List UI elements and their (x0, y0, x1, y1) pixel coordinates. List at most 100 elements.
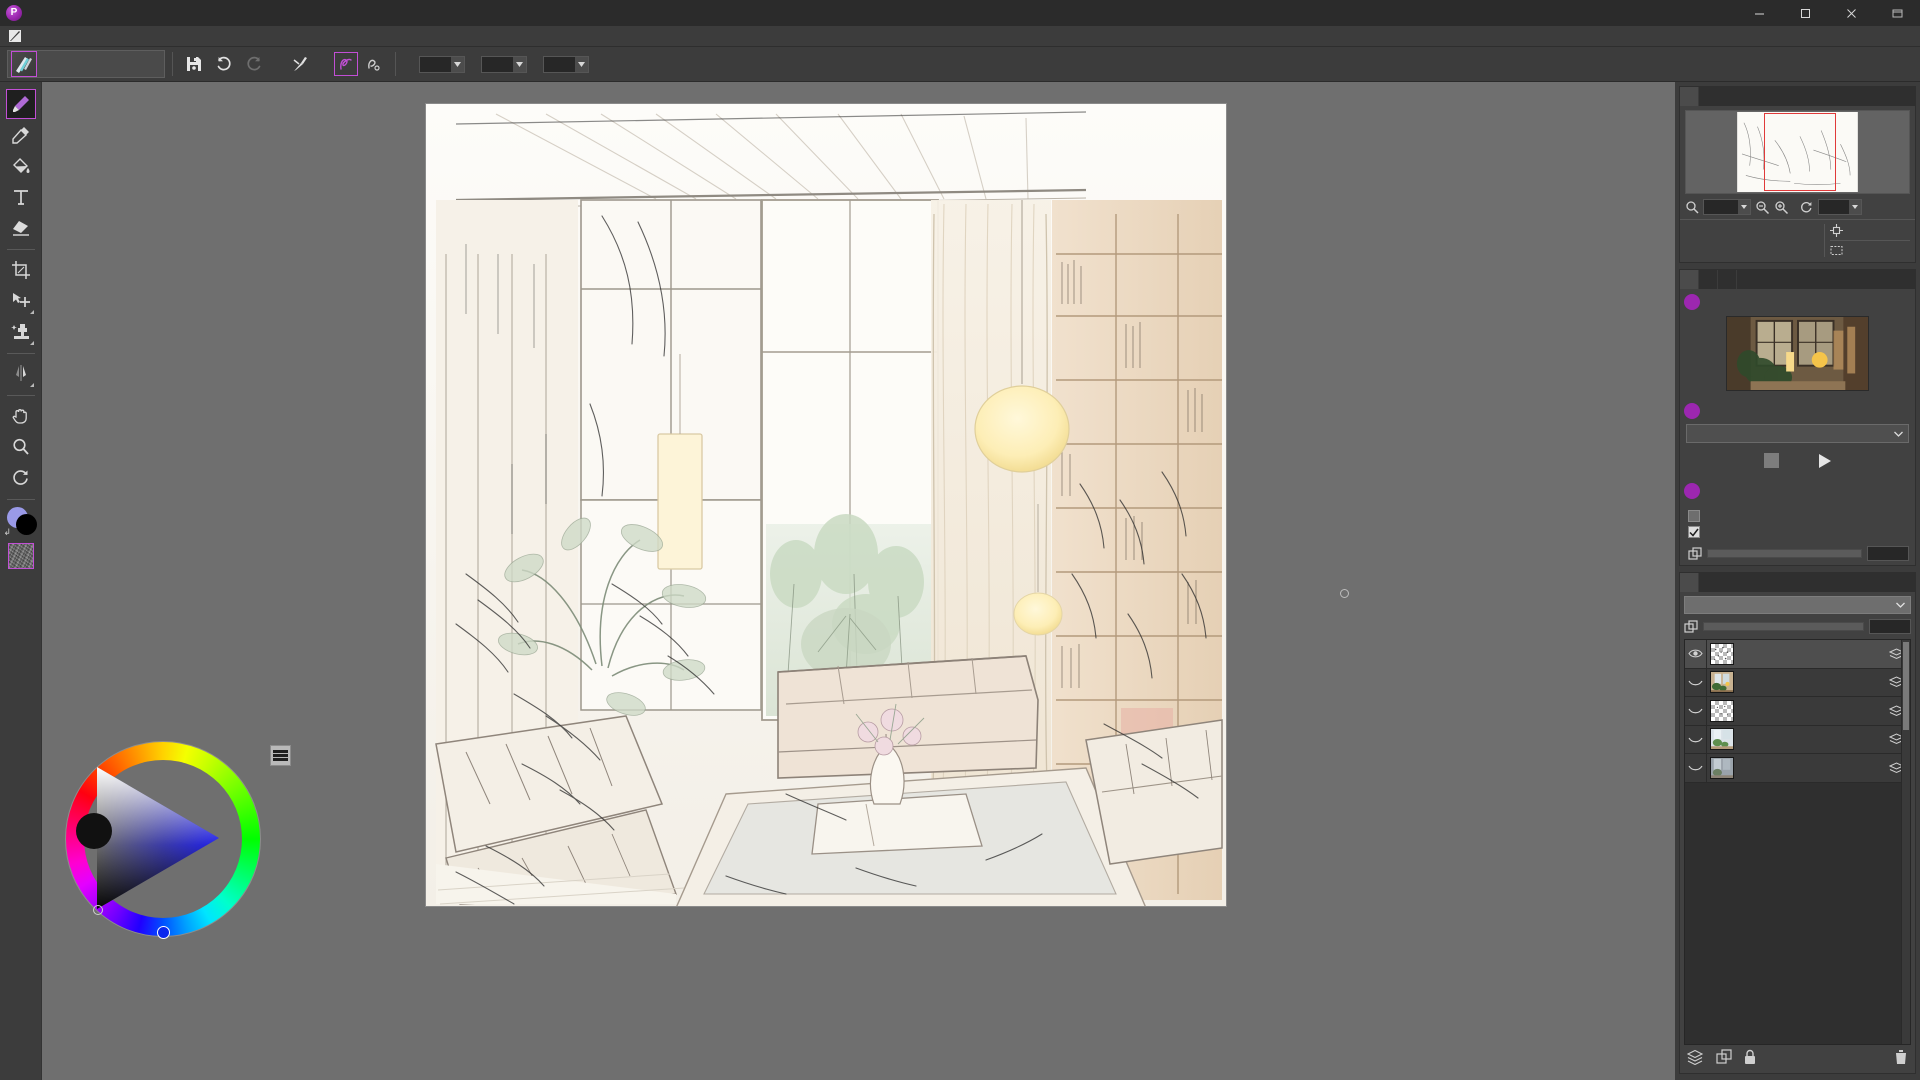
clone-color-row[interactable] (1680, 508, 1915, 524)
zoom-in-icon[interactable] (1774, 200, 1789, 215)
chevron-down-icon[interactable] (575, 56, 588, 72)
straight-line-stroke-icon[interactable] (360, 50, 388, 78)
stop-button[interactable] (1763, 452, 1780, 472)
eraser-tool[interactable] (6, 213, 36, 243)
layer-thumbnail[interactable] (1710, 728, 1734, 751)
grain-input[interactable] (543, 55, 589, 73)
navigator-thumbnail[interactable] (1685, 110, 1910, 194)
color-panel-menu-icon[interactable] (270, 745, 291, 766)
tracing-paper-checkbox[interactable] (1688, 526, 1700, 538)
cloner-stamp-tool[interactable] (6, 317, 36, 347)
layer-row[interactable] (1685, 725, 1910, 754)
brush-tool[interactable] (5, 89, 36, 119)
tracing-paper-opacity-slider[interactable] (1707, 549, 1862, 558)
layer-thumbnail[interactable] (1710, 642, 1734, 665)
layer-visibility-toggle[interactable] (1685, 754, 1707, 782)
layer-row[interactable] (1685, 754, 1910, 783)
primary-color-swatch[interactable] (15, 514, 37, 535)
menu-window[interactable] (134, 34, 152, 39)
layer-visibility-toggle[interactable] (1685, 725, 1707, 753)
layers-overflow-dots[interactable] (1680, 1070, 1915, 1073)
menu-edit[interactable] (44, 34, 62, 39)
layer-thumbnail[interactable] (1710, 671, 1734, 694)
chevron-down-icon[interactable] (1738, 200, 1750, 214)
maximize-button[interactable] (1782, 0, 1828, 26)
layer-row[interactable] (1685, 697, 1910, 726)
blend-mode-select[interactable] (1684, 596, 1911, 614)
layer-thumbnail[interactable] (1710, 756, 1734, 779)
color-swatches[interactable]: ↲ (4, 507, 38, 537)
close-button[interactable] (1828, 0, 1874, 26)
delete-layer-icon[interactable] (1894, 1049, 1908, 1070)
freehand-stroke-icon[interactable] (334, 52, 358, 76)
tab-color-set[interactable] (1718, 270, 1737, 289)
chevron-down-icon[interactable] (451, 56, 464, 72)
menu-layers[interactable] (80, 34, 98, 39)
menu-select[interactable] (98, 34, 116, 39)
menu-help[interactable] (152, 34, 170, 39)
layer-visibility-toggle[interactable] (1685, 640, 1707, 668)
paper-texture-swatch[interactable] (7, 543, 34, 569)
start-button[interactable] (1816, 452, 1833, 472)
chevron-down-icon[interactable] (1894, 428, 1903, 440)
lock-layer-icon[interactable] (1743, 1049, 1757, 1070)
auto-paint-style-select[interactable] (1686, 424, 1909, 443)
redo-icon[interactable] (240, 50, 268, 78)
menu-file[interactable] (26, 34, 44, 39)
tab-layers[interactable] (1680, 573, 1699, 592)
rotate-icon[interactable] (1799, 200, 1814, 215)
layer-thumbnail[interactable] (1710, 699, 1734, 722)
color-wheel[interactable] (65, 741, 261, 939)
layer-visibility-toggle[interactable] (1685, 668, 1707, 696)
minimize-button[interactable] (1736, 0, 1782, 26)
triangle-marker[interactable] (93, 905, 103, 915)
tracing-paper-opacity-value[interactable] (1867, 546, 1909, 561)
paint-bucket-tool[interactable] (6, 151, 36, 181)
zoom-out-icon[interactable] (1755, 200, 1770, 215)
menu-effects[interactable] (116, 34, 134, 39)
crop-tool[interactable] (6, 255, 36, 285)
source-image-thumbnail[interactable] (1726, 316, 1869, 391)
chevron-down-icon[interactable] (1896, 599, 1905, 611)
tab-photo-painting[interactable] (1680, 270, 1699, 289)
brush-selector[interactable] (7, 50, 165, 78)
opacity-input[interactable] (481, 55, 527, 73)
layer-list-scrollbar[interactable] (1901, 640, 1910, 1044)
tab-mixer[interactable] (1699, 270, 1718, 289)
mirror-painting-tool[interactable] (6, 359, 36, 389)
text-tool[interactable] (6, 182, 36, 212)
clone-color-checkbox[interactable] (1688, 510, 1700, 522)
layer-visibility-toggle[interactable] (1685, 697, 1707, 725)
layer-opacity-value[interactable] (1869, 619, 1911, 634)
layer-list[interactable] (1684, 639, 1911, 1045)
magnifier-tool[interactable] (6, 432, 36, 462)
brush-control-icon[interactable] (287, 50, 315, 78)
rotate-page-tool[interactable] (6, 463, 36, 493)
undo-icon[interactable] (210, 50, 238, 78)
canvas-area[interactable] (382, 82, 1675, 1080)
navigator-viewport-rect[interactable] (1764, 113, 1836, 191)
grabber-hand-tool[interactable] (6, 401, 36, 431)
layer-adjuster-tool[interactable] (6, 286, 36, 316)
window-menu-button[interactable] (1874, 0, 1920, 26)
navigator-rotation-input[interactable] (1818, 199, 1862, 215)
navigator-overflow-dots[interactable] (1680, 259, 1915, 262)
dropper-tool[interactable] (6, 120, 36, 150)
duplicate-layer-icon[interactable] (1716, 1049, 1733, 1070)
tracing-paper-row[interactable] (1680, 524, 1915, 540)
chevron-down-icon[interactable] (1849, 200, 1861, 214)
navigator-zoom-input[interactable] (1703, 199, 1751, 215)
layer-row[interactable] (1685, 640, 1910, 669)
new-layer-icon[interactable] (1686, 1049, 1706, 1070)
canvas-document[interactable] (426, 104, 1226, 906)
chevron-down-icon[interactable] (513, 56, 526, 72)
menu-canvas[interactable] (62, 34, 80, 39)
swap-colors-icon[interactable]: ↲ (4, 527, 12, 538)
layer-row[interactable] (1685, 668, 1910, 697)
scrollbar-thumb[interactable] (1903, 642, 1909, 730)
save-brush-icon[interactable] (180, 50, 208, 78)
tab-navigator[interactable] (1680, 87, 1699, 106)
size-input[interactable] (419, 55, 465, 73)
hue-ring-marker[interactable] (157, 926, 170, 939)
layer-opacity-slider[interactable] (1703, 622, 1864, 631)
